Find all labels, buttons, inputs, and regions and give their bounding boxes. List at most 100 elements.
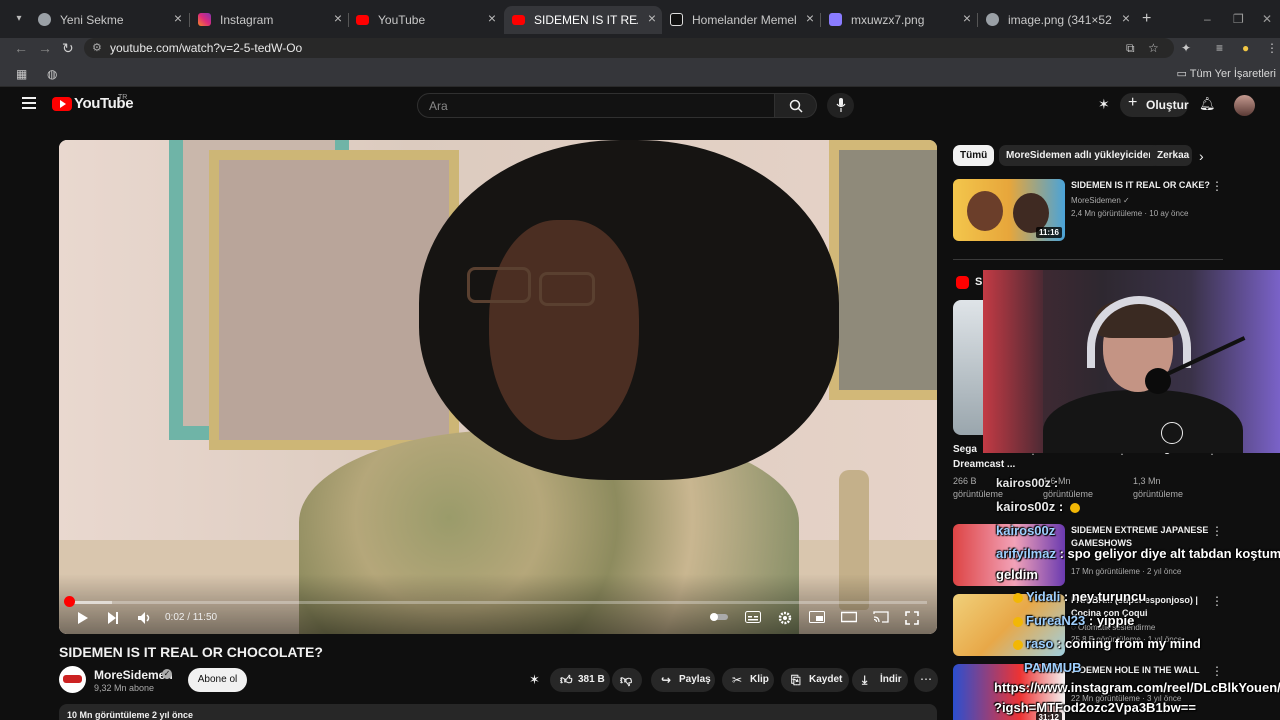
progress-bar[interactable]: [69, 601, 927, 604]
bookmark-star-icon[interactable]: ☆: [1148, 41, 1159, 55]
close-icon[interactable]: ×: [488, 11, 496, 25]
progress-scrubber[interactable]: [64, 596, 75, 607]
tab-new-tab[interactable]: Yeni Sekme ×: [30, 6, 188, 34]
description-box[interactable]: 10 Mn görüntüleme 2 yıl önce: [59, 704, 937, 720]
section-divider: [953, 259, 1223, 260]
share-arrow-icon: ↪: [661, 673, 672, 687]
chip-zerkaa[interactable]: Zerkaa: [1150, 145, 1192, 166]
chat-link-text: https://www.instagram.com/reel/DLcBlkYou…: [994, 680, 1280, 695]
tab-search-chevron-icon[interactable]: ▾: [10, 10, 28, 28]
like-button[interactable]: 👍︎ 381 B: [550, 668, 610, 692]
new-tab-plus-icon[interactable]: +: [1142, 11, 1151, 27]
next-icon[interactable]: [107, 611, 119, 625]
tab-sidemen-video[interactable]: SIDEMEN IS IT REAL OR CHOCOLATE? ×: [504, 6, 662, 34]
clip-button[interactable]: ✂ Klip: [722, 668, 774, 692]
tab-title: mxuwzx7.png: [851, 13, 925, 27]
short-views: 1,3 Mn görüntüleme: [1133, 476, 1184, 499]
extensions-icon[interactable]: ✦: [1181, 41, 1191, 55]
download-button[interactable]: ⤓ İndir: [852, 668, 908, 692]
search-input[interactable]: Ara: [417, 93, 775, 118]
premium-sparkle-icon[interactable]: ✶: [1098, 96, 1110, 113]
close-icon[interactable]: ×: [334, 11, 342, 25]
search-placeholder: Ara: [429, 99, 448, 113]
settings-gear-icon[interactable]: [778, 611, 792, 625]
minimize-icon[interactable]: –: [1204, 12, 1211, 26]
video-title[interactable]: SIDEMEN IS IT REAL OR CAKE?: [1071, 179, 1211, 192]
chip-all[interactable]: Tümü: [953, 145, 995, 166]
play-icon[interactable]: [77, 611, 89, 625]
more-options-icon[interactable]: ⋮: [1211, 179, 1223, 193]
theater-mode-icon[interactable]: [841, 611, 857, 623]
back-arrow-icon[interactable]: ←: [14, 40, 28, 56]
menu-icon[interactable]: [22, 97, 36, 109]
chevron-right-icon[interactable]: ›: [1199, 148, 1204, 164]
save-button[interactable]: ⎘ Kaydet: [781, 668, 849, 692]
apps-grid-icon[interactable]: ▦: [16, 67, 27, 81]
url-text[interactable]: youtube.com/watch?v=2-5-tedW-Oo: [110, 41, 302, 55]
more-actions-icon[interactable]: ⋯: [914, 668, 938, 692]
all-bookmarks[interactable]: ▭ Tüm Yer İşaretleri: [1177, 67, 1276, 80]
youtube-logo-icon[interactable]: [52, 97, 72, 111]
forward-arrow-icon[interactable]: →: [38, 40, 52, 56]
tab-youtube[interactable]: YouTube ×: [348, 6, 502, 34]
bookmark-globe-icon[interactable]: ◍: [47, 67, 57, 81]
voice-search-button[interactable]: [827, 93, 854, 118]
tab-instagram[interactable]: Instagram ×: [190, 6, 348, 34]
site-info-icon[interactable]: ⚙: [92, 41, 102, 54]
notifications-bell-icon[interactable]: 🔔︎: [1199, 96, 1216, 112]
channel-name[interactable]: MoreSidemen: [94, 668, 173, 682]
subtitles-icon[interactable]: [745, 611, 761, 623]
more-options-icon[interactable]: ⋮: [1211, 524, 1223, 538]
tab-tiktok[interactable]: Homelander Memeleri: Minecraft ×: [662, 6, 820, 34]
video-meta: 2,4 Mn görüntüleme · 10 ay önce: [1071, 209, 1189, 218]
ask-ai-sparkle-icon[interactable]: ✶: [529, 672, 540, 688]
create-button[interactable]: + Oluştur: [1120, 93, 1189, 117]
restore-icon[interactable]: ❐: [1233, 12, 1244, 26]
subscribe-button[interactable]: Abone ol: [188, 668, 247, 692]
miniplayer-icon[interactable]: [809, 611, 825, 623]
share-button[interactable]: ↪ Paylaş: [651, 668, 715, 692]
globe-icon: [986, 13, 999, 26]
more-options-icon[interactable]: ⋮: [1211, 594, 1223, 608]
chat-username: kairos00z: [996, 523, 1056, 538]
video-player[interactable]: 0:02 / 11:50: [59, 140, 937, 634]
profile-icon[interactable]: ●: [1242, 41, 1249, 55]
tab-mxuwzx7[interactable]: mxuwzx7.png ×: [821, 6, 977, 34]
close-icon[interactable]: ×: [963, 11, 971, 25]
video-title[interactable]: SIDEMEN HOLE IN THE WALL: [1071, 664, 1211, 677]
dislike-button[interactable]: 👎︎: [612, 668, 642, 692]
volume-icon[interactable]: [137, 611, 153, 625]
webcam-person-body: [1043, 390, 1243, 453]
bookmark-icon: ⎘: [791, 673, 801, 687]
address-bar[interactable]: ⚙ youtube.com/watch?v=2-5-tedW-Oo: [84, 38, 1174, 58]
cast-icon[interactable]: [873, 611, 889, 623]
youtube-masthead: YouTube TR Ara ✶ + Oluştur 🔔︎: [0, 87, 1280, 125]
browser-menu-icon[interactable]: ⋮: [1266, 41, 1278, 55]
more-options-icon[interactable]: ⋮: [1211, 664, 1223, 678]
tab-title: image.png (341×52): [1008, 13, 1112, 27]
tab-image-png[interactable]: image.png (341×52) ×: [978, 6, 1136, 34]
close-icon[interactable]: ×: [174, 11, 182, 25]
close-icon[interactable]: ×: [648, 11, 656, 25]
gold-badge-icon: [1013, 639, 1023, 650]
autoplay-toggle-icon[interactable]: [709, 611, 729, 623]
account-avatar[interactable]: [1234, 95, 1255, 116]
reload-icon[interactable]: ↻: [62, 40, 74, 56]
channel-avatar[interactable]: [59, 666, 86, 693]
close-icon[interactable]: ×: [1122, 11, 1130, 25]
fullscreen-icon[interactable]: [905, 611, 919, 625]
search-button[interactable]: [775, 93, 817, 118]
window-close-icon[interactable]: ✕: [1262, 12, 1272, 26]
chat-message: kairos00z :: [996, 499, 1083, 514]
chat-text: coming from my mind: [1065, 636, 1201, 651]
close-icon[interactable]: ×: [806, 11, 814, 25]
chip-from-uploader[interactable]: MoreSidemen adlı yükleyiciden: [999, 145, 1162, 166]
recommended-video[interactable]: 11:16 SIDEMEN IS IT REAL OR CAKE? MoreSi…: [953, 179, 1273, 243]
install-app-icon[interactable]: ⧉: [1126, 41, 1135, 55]
streamer-webcam: [983, 270, 1280, 453]
video-thumbnail[interactable]: 11:16: [953, 179, 1065, 241]
media-control-icon[interactable]: ≡: [1216, 41, 1223, 55]
shorts-heading: S: [975, 276, 983, 288]
views-date: 10 Mn görüntüleme 2 yıl önce: [67, 710, 194, 720]
subscriber-count: 9,32 Mn abone: [94, 683, 155, 693]
